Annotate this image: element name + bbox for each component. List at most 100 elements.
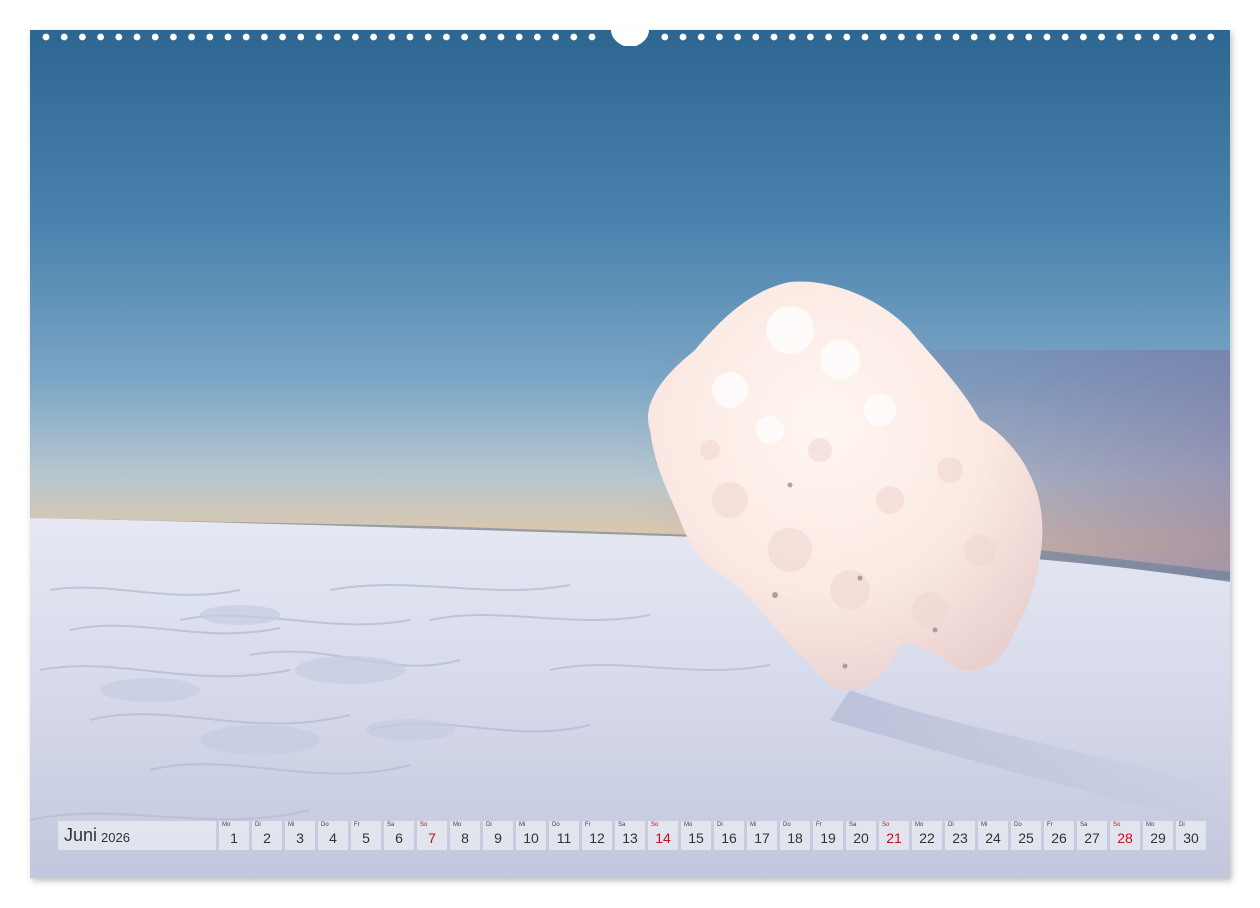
day-number: 29 <box>1150 830 1166 846</box>
binding-hole <box>424 33 432 41</box>
binding-hole <box>151 33 159 41</box>
day-abbr: So <box>420 822 428 828</box>
binding-hole <box>461 33 468 41</box>
day-abbr: Mo <box>684 822 693 828</box>
day-cell: Fr 5 <box>351 821 381 850</box>
day-abbr: Di <box>1179 822 1185 828</box>
day-number: 4 <box>329 830 337 846</box>
day-cell: Do 18 <box>780 821 810 850</box>
day-abbr: Do <box>783 822 791 828</box>
binding-hole <box>843 33 851 41</box>
binding-hole <box>679 33 687 41</box>
day-abbr: Do <box>552 822 560 828</box>
binding-hole <box>825 33 832 41</box>
day-number: 18 <box>787 830 803 846</box>
day-number: 14 <box>655 830 671 846</box>
day-cells: Mo 1 Di 2 Mi 3 Do 4 Fr 5 Sa 6 So 7 Mo 8 Di 9 Mi 10 Do 11 Fr 12 S… <box>219 821 1206 850</box>
day-cell: Sa 13 <box>615 821 645 850</box>
binding-hole <box>1080 33 1087 41</box>
day-abbr: Sa <box>618 822 626 828</box>
day-cell: Do 11 <box>549 821 579 850</box>
day-number: 17 <box>754 830 770 846</box>
day-number: 19 <box>820 830 836 846</box>
binding-hole <box>934 33 942 41</box>
day-abbr: Mi <box>288 822 295 828</box>
day-number: 22 <box>919 830 935 846</box>
day-abbr: Mi <box>981 822 988 828</box>
binding-hole <box>315 33 323 41</box>
binding-hole <box>1043 33 1051 41</box>
day-abbr: Fr <box>354 822 360 828</box>
day-cell: Sa 6 <box>384 821 414 850</box>
day-abbr: So <box>651 822 659 828</box>
day-abbr: Di <box>486 822 492 828</box>
month-label-box: Juni 2026 <box>58 821 216 850</box>
day-abbr: Do <box>1014 822 1022 828</box>
day-number: 25 <box>1018 830 1034 846</box>
day-number: 23 <box>952 830 968 846</box>
binding-hole <box>552 33 559 41</box>
day-cell: Fr 26 <box>1044 821 1074 850</box>
binding-hole <box>1171 33 1178 41</box>
binding-hole <box>588 33 596 41</box>
binding-hole <box>752 33 760 41</box>
binding-hole <box>97 33 104 41</box>
day-cell: So 14 <box>648 821 678 850</box>
binding-hole <box>716 33 723 41</box>
calendar-month-strip: Juni 2026 Mo 1 Di 2 Mi 3 Do 4 Fr 5 Sa 6 So 7 Mo 8 Di 9 Mi 1… <box>58 821 1206 850</box>
day-abbr: Fr <box>1047 822 1053 828</box>
binding-hole <box>297 33 305 41</box>
binding-hole <box>970 33 978 41</box>
day-abbr: Mi <box>750 822 757 828</box>
day-number: 12 <box>589 830 605 846</box>
binding-hole <box>115 33 123 41</box>
binding-hole <box>916 33 923 41</box>
day-cell: Mo 15 <box>681 821 711 850</box>
day-cell: So 28 <box>1110 821 1140 850</box>
day-abbr: Do <box>321 822 329 828</box>
binding-hole <box>1061 33 1069 41</box>
day-number: 2 <box>263 830 271 846</box>
day-cell: Mo 29 <box>1143 821 1173 850</box>
day-cell: Sa 20 <box>846 821 876 850</box>
binding-hole <box>1134 33 1142 41</box>
landscape-photo <box>30 30 1230 878</box>
binding-hole <box>388 33 396 41</box>
binding-hole <box>333 33 341 41</box>
day-number: 28 <box>1117 830 1133 846</box>
day-abbr: Sa <box>387 822 395 828</box>
day-number: 1 <box>230 830 238 846</box>
binding-hole <box>242 33 250 41</box>
binding-hole <box>1207 33 1215 41</box>
day-cell: Mi 24 <box>978 821 1008 850</box>
day-cell: Mi 17 <box>747 821 777 850</box>
day-number: 11 <box>556 830 572 846</box>
day-number: 5 <box>362 830 370 846</box>
binding-hole <box>479 33 487 41</box>
binding-hole <box>1116 33 1124 41</box>
binding-hole <box>406 33 414 41</box>
day-cell: So 7 <box>417 821 447 850</box>
day-cell: Di 16 <box>714 821 744 850</box>
day-abbr: Di <box>948 822 954 828</box>
day-number: 21 <box>886 830 902 846</box>
binding-hole <box>515 33 523 41</box>
day-number: 6 <box>395 830 403 846</box>
day-abbr: Mo <box>1146 822 1155 828</box>
day-cell: Mo 8 <box>450 821 480 850</box>
day-number: 7 <box>428 830 436 846</box>
binding-hole <box>788 33 796 41</box>
day-number: 27 <box>1084 830 1100 846</box>
day-number: 3 <box>296 830 304 846</box>
binding-hole <box>898 33 905 41</box>
day-number: 26 <box>1051 830 1067 846</box>
binding-hole <box>60 33 68 41</box>
binding-hole <box>370 33 377 41</box>
binding-hole <box>279 33 286 41</box>
binding-hole <box>697 33 705 41</box>
binding-hole <box>1025 33 1033 41</box>
binding-hole <box>1189 33 1196 41</box>
day-number: 8 <box>461 830 469 846</box>
day-cell: So 21 <box>879 821 909 850</box>
binding-hole <box>497 33 505 41</box>
